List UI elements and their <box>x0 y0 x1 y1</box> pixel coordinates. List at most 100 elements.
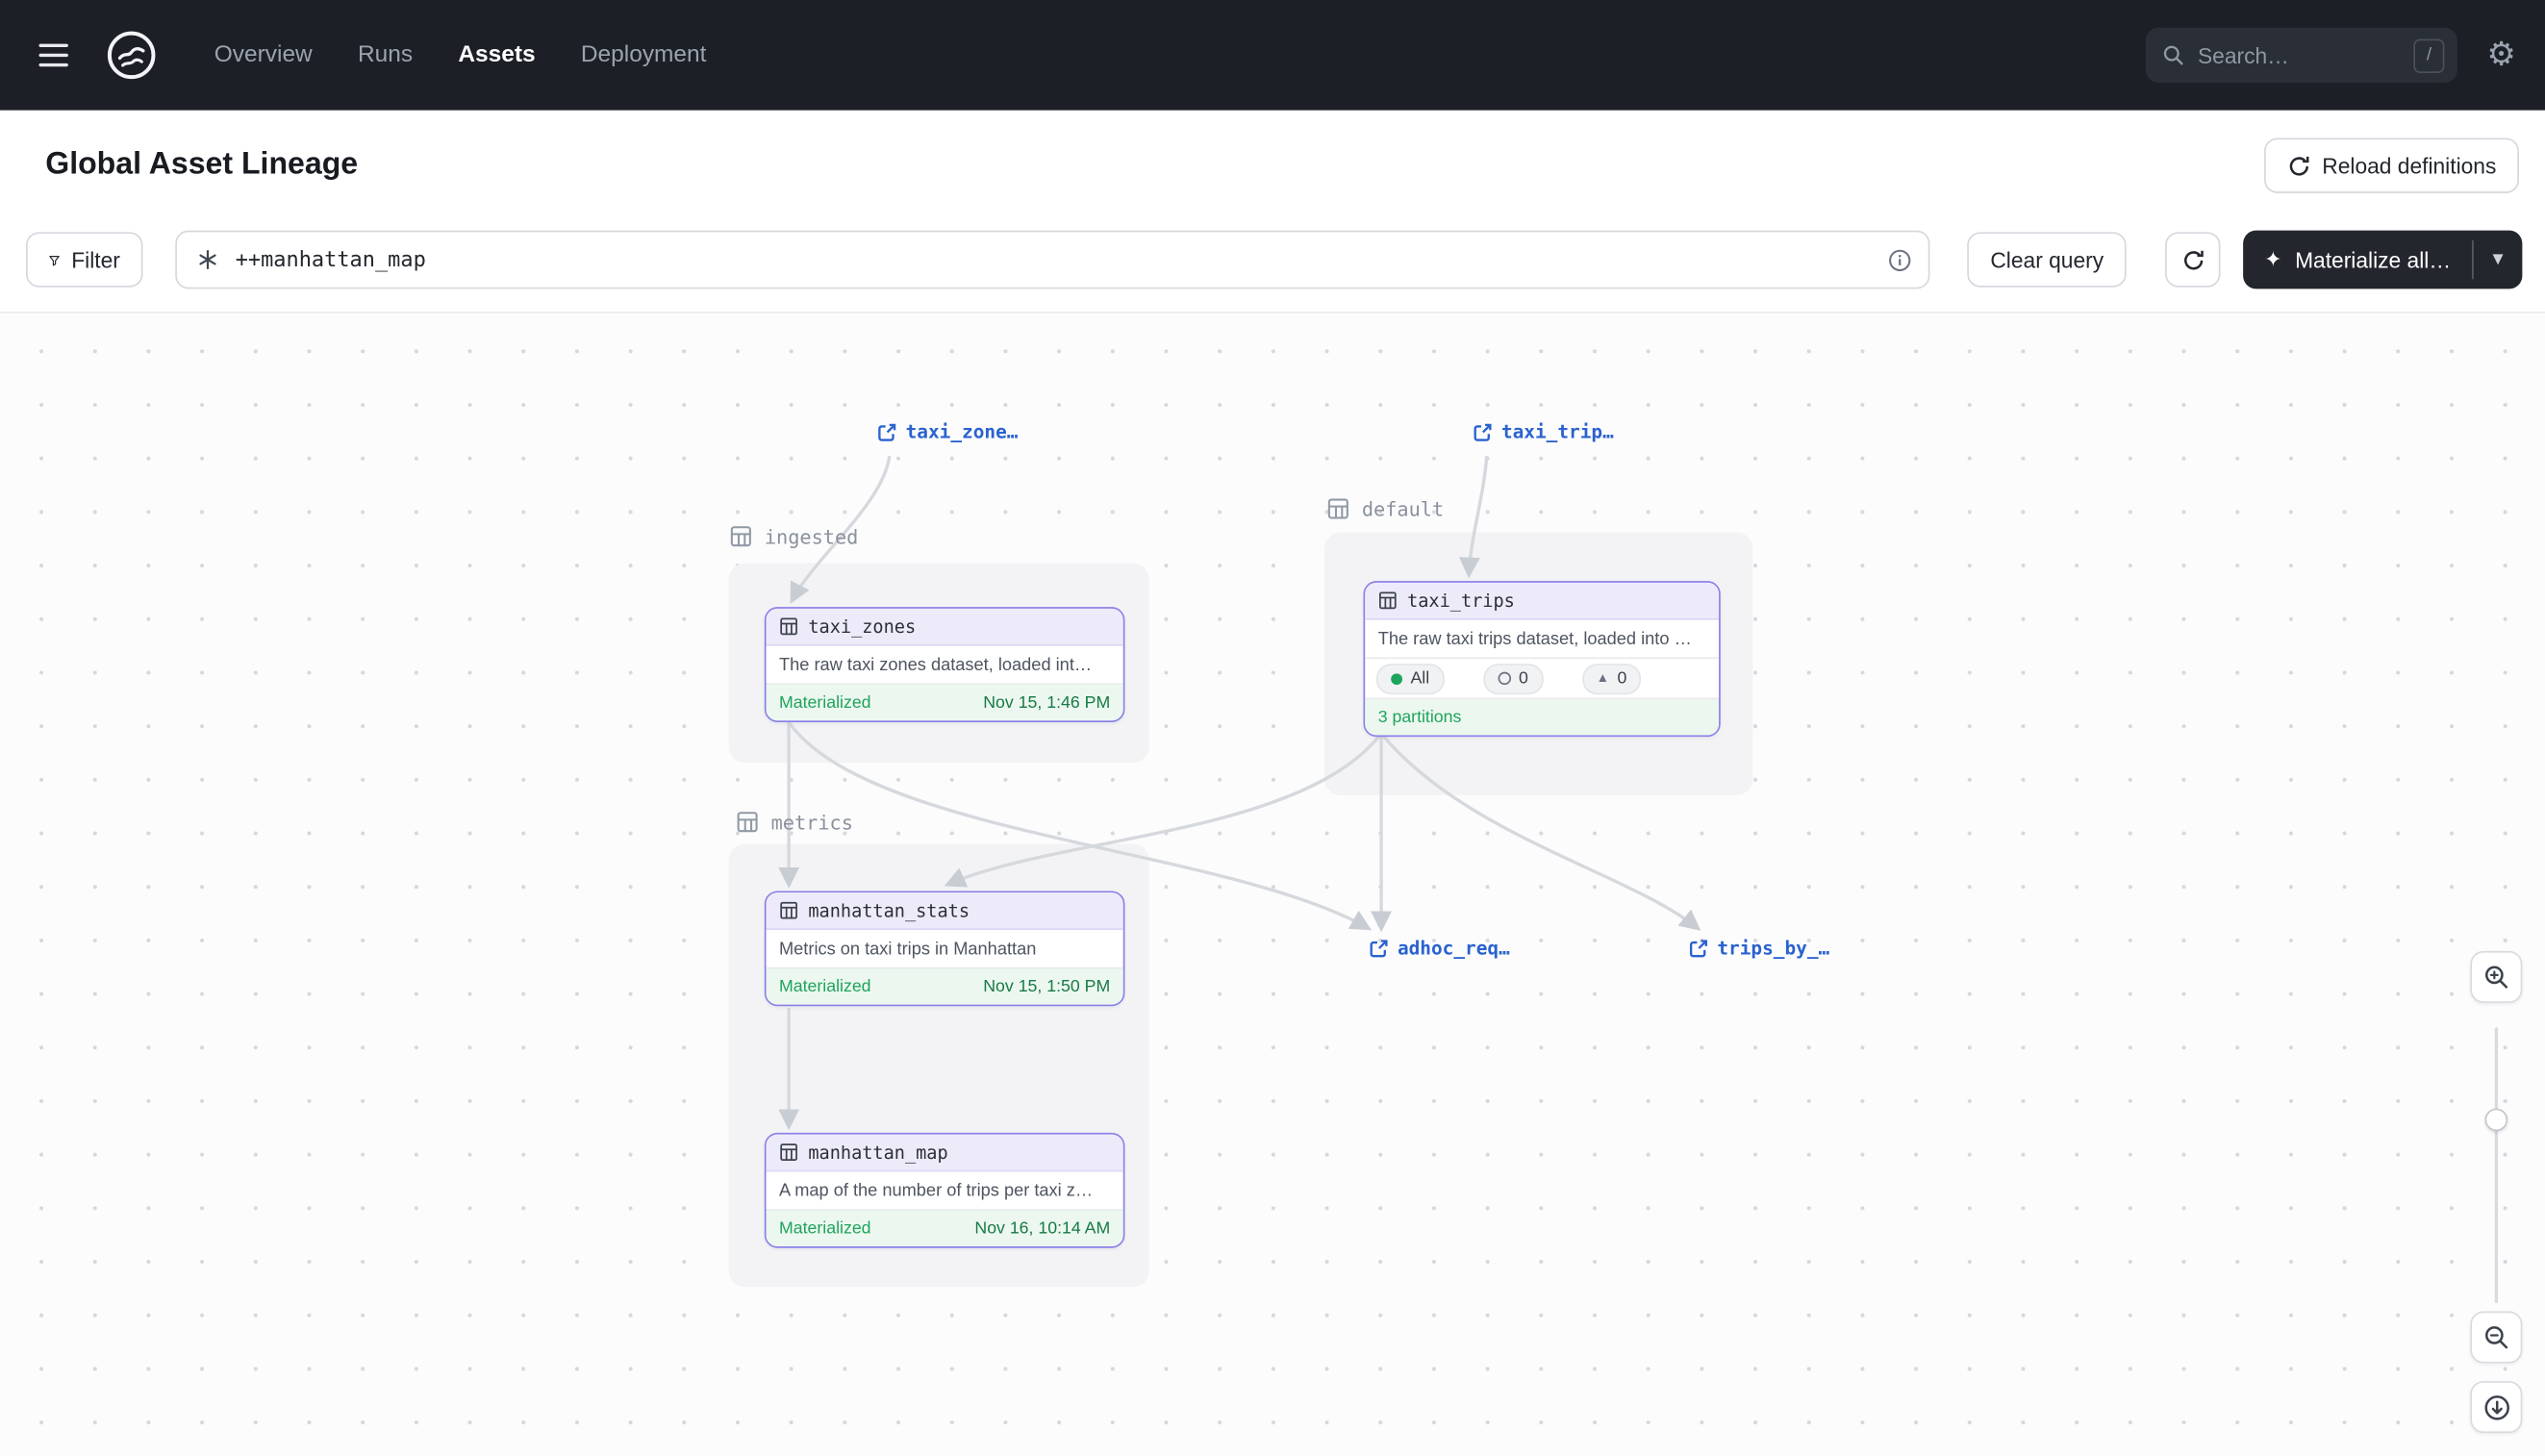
external-link-icon <box>1688 938 1709 959</box>
clear-query-button[interactable]: Clear query <box>1968 232 2127 287</box>
asset-footer: 3 partitions <box>1365 699 1719 735</box>
success-dot-icon <box>1391 672 1402 684</box>
dagster-logo[interactable] <box>101 24 163 86</box>
top-navbar: Overview Runs Assets Deployment / ⚙ <box>0 0 2545 111</box>
external-asset-adhoc-req[interactable]: adhoc_req… <box>1369 937 1510 960</box>
asset-node-manhattan-map[interactable]: manhattan_map A map of the number of tri… <box>765 1133 1125 1248</box>
sparkle-icon: ✦ <box>2264 247 2281 273</box>
materialize-dropdown-button[interactable]: ▼ <box>2474 231 2523 289</box>
lineage-edges <box>0 314 2545 1456</box>
op-selector-icon <box>196 248 219 271</box>
asset-footer: Materialized Nov 15, 1:50 PM <box>767 968 1123 1004</box>
group-name: metrics <box>771 811 853 834</box>
zoom-slider[interactable] <box>2495 1027 2498 1303</box>
group-name: ingested <box>765 525 859 548</box>
chevron-down-icon: ▼ <box>2489 250 2507 269</box>
materialize-all-label: Materialize all… <box>2295 247 2451 271</box>
asset-group-icon <box>735 810 759 834</box>
external-asset-trips-by[interactable]: trips_by_… <box>1688 937 1829 960</box>
asset-node-manhattan-stats[interactable]: manhattan_stats Metrics on taxi trips in… <box>765 891 1125 1006</box>
materialized-timestamp: Nov 16, 10:14 AM <box>974 1218 1110 1238</box>
asset-group-icon <box>1326 496 1350 520</box>
group-name: default <box>1362 497 1444 520</box>
asset-group-icon <box>729 524 753 548</box>
filter-funnel-icon <box>49 249 61 270</box>
partitions-missing-chip[interactable]: 0 <box>1483 663 1543 693</box>
refresh-graph-button[interactable] <box>2165 232 2220 287</box>
info-icon[interactable] <box>1888 247 1912 271</box>
recenter-button[interactable] <box>2470 1381 2522 1433</box>
nav-assets[interactable]: Assets <box>458 42 535 68</box>
search-input[interactable] <box>2195 41 2405 69</box>
materialized-status: Materialized <box>779 693 871 713</box>
asset-description: Metrics on taxi trips in Manhattan <box>767 930 1123 969</box>
settings-gear-icon[interactable]: ⚙ <box>2483 36 2519 75</box>
asset-title: taxi_trips <box>1407 590 1515 611</box>
external-asset-label: taxi_zone… <box>906 420 1019 443</box>
materialize-all-button[interactable]: ✦ Materialize all… <box>2243 231 2472 289</box>
external-asset-taxi-zone[interactable]: taxi_zone… <box>876 420 1018 443</box>
page-header: Global Asset Lineage Reload definitions <box>0 111 2545 221</box>
partition-count: 3 partitions <box>1378 708 1462 727</box>
missing-circle-icon <box>1498 672 1511 686</box>
asset-selection-input-wrap <box>175 231 1930 289</box>
partitions-all-label: All <box>1410 668 1429 688</box>
zoom-in-icon <box>2483 964 2509 990</box>
lineage-toolbar: Filter Clear query <box>0 221 2545 314</box>
external-asset-label: taxi_trip… <box>1501 420 1614 443</box>
zoom-out-icon <box>2483 1324 2509 1350</box>
main-nav: Overview Runs Assets Deployment <box>214 42 707 68</box>
external-asset-taxi-trip[interactable]: taxi_trip… <box>1473 420 1614 443</box>
group-label-default: default <box>1326 496 1444 520</box>
nav-overview[interactable]: Overview <box>214 42 313 68</box>
partitions-failed-count: 0 <box>1617 668 1626 688</box>
partitions-missing-count: 0 <box>1519 668 1528 688</box>
reload-definitions-label: Reload definitions <box>2322 153 2496 177</box>
nav-deployment[interactable]: Deployment <box>581 42 707 68</box>
external-asset-label: adhoc_req… <box>1398 937 1510 960</box>
asset-node-taxi-zones[interactable]: taxi_zones The raw taxi zones dataset, l… <box>765 607 1125 722</box>
asset-node-taxi-trips[interactable]: taxi_trips The raw taxi trips dataset, l… <box>1364 581 1721 737</box>
clear-query-label: Clear query <box>1990 247 2104 271</box>
page-title: Global Asset Lineage <box>45 148 358 184</box>
refresh-icon <box>2180 247 2205 271</box>
external-link-icon <box>1473 421 1494 442</box>
partitions-failed-chip[interactable]: ▲ 0 <box>1581 663 1641 693</box>
table-icon <box>779 1142 798 1162</box>
search-box[interactable]: / <box>2146 28 2457 83</box>
filter-button[interactable]: Filter <box>26 232 143 287</box>
dagster-logo-icon <box>102 26 161 85</box>
search-icon <box>2162 44 2185 67</box>
materialize-all-split-button: ✦ Materialize all… ▼ <box>2243 231 2522 289</box>
materialized-timestamp: Nov 15, 1:46 PM <box>983 693 1110 713</box>
menu-button[interactable] <box>33 33 78 78</box>
nav-runs[interactable]: Runs <box>358 42 413 68</box>
filter-label: Filter <box>71 247 120 271</box>
external-link-icon <box>1369 938 1390 959</box>
asset-title: taxi_zones <box>808 615 916 637</box>
asset-title: manhattan_map <box>808 1142 947 1163</box>
table-icon <box>1378 590 1398 610</box>
table-icon <box>779 901 798 920</box>
materialized-timestamp: Nov 15, 1:50 PM <box>983 977 1110 996</box>
asset-card-header: taxi_trips <box>1365 583 1719 620</box>
zoom-out-button[interactable] <box>2470 1312 2522 1364</box>
group-label-metrics: metrics <box>735 810 852 834</box>
partitions-all-chip[interactable]: All <box>1376 663 1444 693</box>
asset-description: A map of the number of trips per taxi z… <box>767 1171 1123 1211</box>
asset-card-header: manhattan_map <box>767 1135 1123 1172</box>
table-icon <box>779 616 798 636</box>
zoom-in-button[interactable] <box>2470 951 2522 1003</box>
asset-footer: Materialized Nov 15, 1:46 PM <box>767 685 1123 720</box>
materialized-status: Materialized <box>779 977 871 996</box>
warning-triangle-icon: ▲ <box>1597 672 1609 686</box>
asset-description: The raw taxi zones dataset, loaded int… <box>767 646 1123 686</box>
zoom-slider-handle[interactable] <box>2485 1109 2508 1132</box>
asset-selection-input[interactable] <box>232 246 1875 274</box>
asset-card-header: taxi_zones <box>767 609 1123 646</box>
partition-status-row: All 0 ▲ 0 <box>1365 659 1719 699</box>
reload-definitions-button[interactable]: Reload definitions <box>2264 138 2519 192</box>
refresh-icon <box>2286 153 2310 177</box>
lineage-canvas[interactable]: taxi_zone… taxi_trip… ingested <box>0 314 2545 1456</box>
arrow-down-circle-icon <box>2482 1393 2510 1421</box>
